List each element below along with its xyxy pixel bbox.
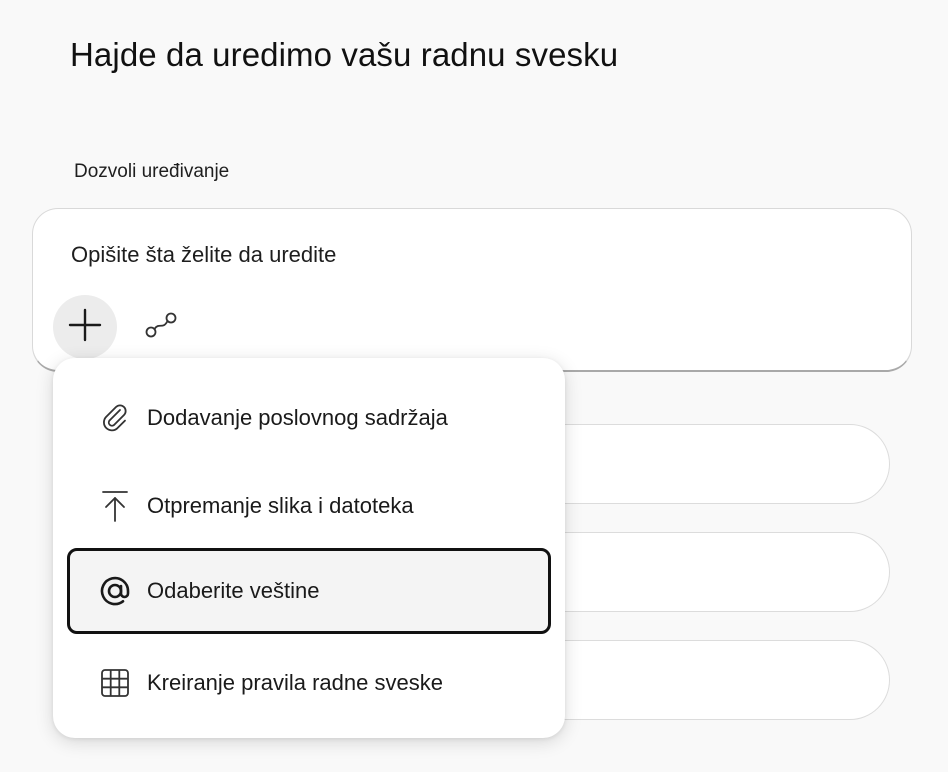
section-label: Dozvoli uređivanje (74, 161, 230, 182)
suggestion-pill-3[interactable] (520, 640, 890, 720)
menu-item-choose-skills[interactable]: Odaberite veštine (67, 548, 551, 634)
table-grid-icon (95, 663, 135, 703)
connector-button[interactable] (141, 309, 181, 345)
menu-item-add-business-content[interactable]: Dodavanje poslovnog sadržaja (67, 375, 551, 461)
at-sign-icon (95, 571, 135, 611)
connector-icon (143, 310, 179, 345)
add-menu: Dodavanje poslovnog sadržaja Otpremanje … (53, 358, 565, 738)
menu-item-label: Kreiranje pravila radne sveske (147, 670, 443, 695)
menu-item-upload-files[interactable]: Otpremanje slika i datoteka (67, 463, 551, 549)
prompt-input[interactable]: Opišite šta želite da uredite (71, 242, 336, 268)
prompt-card[interactable]: Opišite šta želite da uredite (32, 208, 912, 372)
add-button[interactable] (53, 295, 117, 359)
menu-item-create-workbook-rules[interactable]: Kreiranje pravila radne sveske (67, 640, 551, 726)
page-title: Hajde da uredimo vašu radnu svesku (70, 36, 619, 73)
plus-icon (68, 308, 102, 347)
suggestion-pill-1[interactable] (520, 424, 890, 504)
menu-item-label: Odaberite veštine (147, 578, 320, 603)
paperclip-icon (95, 398, 135, 438)
suggestion-pill-2[interactable] (520, 532, 890, 612)
upload-icon (95, 486, 135, 526)
menu-item-label: Dodavanje poslovnog sadržaja (147, 405, 448, 430)
menu-item-label: Otpremanje slika i datoteka (147, 493, 414, 518)
